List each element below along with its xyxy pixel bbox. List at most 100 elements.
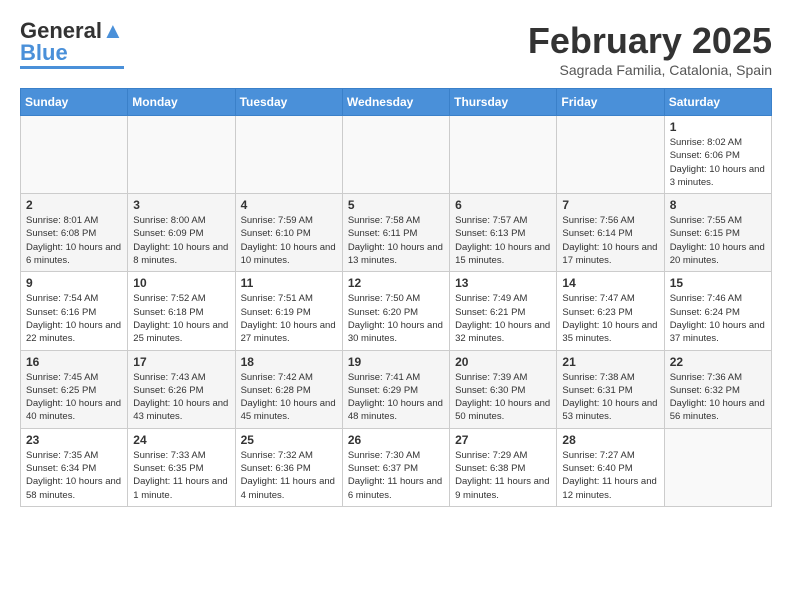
- day-info: Sunrise: 7:38 AMSunset: 6:31 PMDaylight:…: [562, 371, 658, 424]
- calendar-day-cell: [342, 116, 449, 194]
- day-number: 17: [133, 355, 229, 369]
- weekday-header-friday: Friday: [557, 89, 664, 116]
- day-info: Sunrise: 7:41 AMSunset: 6:29 PMDaylight:…: [348, 371, 444, 424]
- day-number: 19: [348, 355, 444, 369]
- day-number: 27: [455, 433, 551, 447]
- day-number: 28: [562, 433, 658, 447]
- day-info: Sunrise: 7:42 AMSunset: 6:28 PMDaylight:…: [241, 371, 337, 424]
- weekday-header-monday: Monday: [128, 89, 235, 116]
- calendar-day-cell: 8 Sunrise: 7:55 AMSunset: 6:15 PMDaylight…: [664, 194, 771, 272]
- weekday-header-sunday: Sunday: [21, 89, 128, 116]
- month-title: February 2025: [528, 20, 772, 62]
- day-number: 9: [26, 276, 122, 290]
- day-info: Sunrise: 7:35 AMSunset: 6:34 PMDaylight:…: [26, 449, 122, 502]
- calendar-day-cell: [557, 116, 664, 194]
- calendar-day-cell: [128, 116, 235, 194]
- day-number: 11: [241, 276, 337, 290]
- day-info: Sunrise: 7:46 AMSunset: 6:24 PMDaylight:…: [670, 292, 766, 345]
- calendar-day-cell: [21, 116, 128, 194]
- day-info: Sunrise: 7:39 AMSunset: 6:30 PMDaylight:…: [455, 371, 551, 424]
- day-info: Sunrise: 7:47 AMSunset: 6:23 PMDaylight:…: [562, 292, 658, 345]
- day-info: Sunrise: 7:45 AMSunset: 6:25 PMDaylight:…: [26, 371, 122, 424]
- calendar-day-cell: 13 Sunrise: 7:49 AMSunset: 6:21 PMDayligh…: [450, 272, 557, 350]
- calendar-day-cell: 14 Sunrise: 7:47 AMSunset: 6:23 PMDayligh…: [557, 272, 664, 350]
- day-number: 4: [241, 198, 337, 212]
- location-subtitle: Sagrada Familia, Catalonia, Spain: [528, 62, 772, 78]
- day-info: Sunrise: 7:56 AMSunset: 6:14 PMDaylight:…: [562, 214, 658, 267]
- calendar-day-cell: 12Sunrise: 7:50 AMSunset: 6:20 PMDayligh…: [342, 272, 449, 350]
- calendar-day-cell: 17 Sunrise: 7:43 AMSunset: 6:26 PMDayligh…: [128, 350, 235, 428]
- day-number: 22: [670, 355, 766, 369]
- calendar-day-cell: 3Sunrise: 8:00 AMSunset: 6:09 PMDaylight…: [128, 194, 235, 272]
- day-info: Sunrise: 7:49 AMSunset: 6:21 PMDaylight:…: [455, 292, 551, 345]
- day-number: 25: [241, 433, 337, 447]
- calendar-week-row: 23 Sunrise: 7:35 AMSunset: 6:34 PMDayligh…: [21, 428, 772, 506]
- calendar-day-cell: 7 Sunrise: 7:56 AMSunset: 6:14 PMDaylight…: [557, 194, 664, 272]
- day-info: Sunrise: 7:32 AMSunset: 6:36 PMDaylight:…: [241, 449, 337, 502]
- calendar-day-cell: [664, 428, 771, 506]
- calendar-day-cell: 15 Sunrise: 7:46 AMSunset: 6:24 PMDayligh…: [664, 272, 771, 350]
- calendar-day-cell: 18 Sunrise: 7:42 AMSunset: 6:28 PMDayligh…: [235, 350, 342, 428]
- day-info: Sunrise: 7:58 AMSunset: 6:11 PMDaylight:…: [348, 214, 444, 267]
- calendar-week-row: 9 Sunrise: 7:54 AMSunset: 6:16 PMDaylight…: [21, 272, 772, 350]
- day-number: 23: [26, 433, 122, 447]
- calendar-day-cell: 16 Sunrise: 7:45 AMSunset: 6:25 PMDayligh…: [21, 350, 128, 428]
- day-number: 14: [562, 276, 658, 290]
- calendar-day-cell: 2 Sunrise: 8:01 AMSunset: 6:08 PMDaylight…: [21, 194, 128, 272]
- calendar-day-cell: 11 Sunrise: 7:51 AMSunset: 6:19 PMDayligh…: [235, 272, 342, 350]
- calendar-day-cell: [235, 116, 342, 194]
- calendar-week-row: 1 Sunrise: 8:02 AMSunset: 6:06 PMDaylight…: [21, 116, 772, 194]
- calendar-day-cell: 22 Sunrise: 7:36 AMSunset: 6:32 PMDayligh…: [664, 350, 771, 428]
- day-info: Sunrise: 7:43 AMSunset: 6:26 PMDaylight:…: [133, 371, 229, 424]
- day-info: Sunrise: 7:29 AMSunset: 6:38 PMDaylight:…: [455, 449, 551, 502]
- day-number: 7: [562, 198, 658, 212]
- day-number: 6: [455, 198, 551, 212]
- calendar-day-cell: 4 Sunrise: 7:59 AMSunset: 6:10 PMDaylight…: [235, 194, 342, 272]
- weekday-header-tuesday: Tuesday: [235, 89, 342, 116]
- day-info: Sunrise: 8:01 AMSunset: 6:08 PMDaylight:…: [26, 214, 122, 267]
- day-number: 5: [348, 198, 444, 212]
- calendar-day-cell: 20 Sunrise: 7:39 AMSunset: 6:30 PMDayligh…: [450, 350, 557, 428]
- day-info: Sunrise: 7:36 AMSunset: 6:32 PMDaylight:…: [670, 371, 766, 424]
- day-number: 15: [670, 276, 766, 290]
- day-info: Sunrise: 8:02 AMSunset: 6:06 PMDaylight:…: [670, 136, 766, 189]
- day-number: 26: [348, 433, 444, 447]
- weekday-header-saturday: Saturday: [664, 89, 771, 116]
- calendar-week-row: 2 Sunrise: 8:01 AMSunset: 6:08 PMDaylight…: [21, 194, 772, 272]
- calendar-day-cell: 9 Sunrise: 7:54 AMSunset: 6:16 PMDaylight…: [21, 272, 128, 350]
- day-number: 10: [133, 276, 229, 290]
- day-info: Sunrise: 7:59 AMSunset: 6:10 PMDaylight:…: [241, 214, 337, 267]
- calendar-day-cell: 5 Sunrise: 7:58 AMSunset: 6:11 PMDaylight…: [342, 194, 449, 272]
- day-number: 2: [26, 198, 122, 212]
- calendar-day-cell: 10 Sunrise: 7:52 AMSunset: 6:18 PMDayligh…: [128, 272, 235, 350]
- calendar-table: SundayMondayTuesdayWednesdayThursdayFrid…: [20, 88, 772, 507]
- calendar-day-cell: 28 Sunrise: 7:27 AMSunset: 6:40 PMDayligh…: [557, 428, 664, 506]
- day-number: 24: [133, 433, 229, 447]
- calendar-day-cell: 23 Sunrise: 7:35 AMSunset: 6:34 PMDayligh…: [21, 428, 128, 506]
- logo-text: General▲ Blue: [20, 20, 124, 64]
- day-info: Sunrise: 7:55 AMSunset: 6:15 PMDaylight:…: [670, 214, 766, 267]
- calendar-day-cell: 19 Sunrise: 7:41 AMSunset: 6:29 PMDayligh…: [342, 350, 449, 428]
- day-number: 13: [455, 276, 551, 290]
- day-info: Sunrise: 7:51 AMSunset: 6:19 PMDaylight:…: [241, 292, 337, 345]
- weekday-header-wednesday: Wednesday: [342, 89, 449, 116]
- calendar-week-row: 16 Sunrise: 7:45 AMSunset: 6:25 PMDayligh…: [21, 350, 772, 428]
- day-number: 1: [670, 120, 766, 134]
- page-header: General▲ Blue February 2025 Sagrada Fami…: [20, 20, 772, 78]
- calendar-day-cell: 21Sunrise: 7:38 AMSunset: 6:31 PMDayligh…: [557, 350, 664, 428]
- day-info: Sunrise: 7:30 AMSunset: 6:37 PMDaylight:…: [348, 449, 444, 502]
- day-info: Sunrise: 7:54 AMSunset: 6:16 PMDaylight:…: [26, 292, 122, 345]
- day-info: Sunrise: 7:52 AMSunset: 6:18 PMDaylight:…: [133, 292, 229, 345]
- weekday-header-thursday: Thursday: [450, 89, 557, 116]
- calendar-day-cell: 24Sunrise: 7:33 AMSunset: 6:35 PMDayligh…: [128, 428, 235, 506]
- day-number: 16: [26, 355, 122, 369]
- day-number: 18: [241, 355, 337, 369]
- calendar-day-cell: [450, 116, 557, 194]
- calendar-day-cell: 26 Sunrise: 7:30 AMSunset: 6:37 PMDayligh…: [342, 428, 449, 506]
- calendar-day-cell: 6Sunrise: 7:57 AMSunset: 6:13 PMDaylight…: [450, 194, 557, 272]
- day-number: 3: [133, 198, 229, 212]
- day-info: Sunrise: 7:27 AMSunset: 6:40 PMDaylight:…: [562, 449, 658, 502]
- day-number: 8: [670, 198, 766, 212]
- title-block: February 2025 Sagrada Familia, Catalonia…: [528, 20, 772, 78]
- day-number: 20: [455, 355, 551, 369]
